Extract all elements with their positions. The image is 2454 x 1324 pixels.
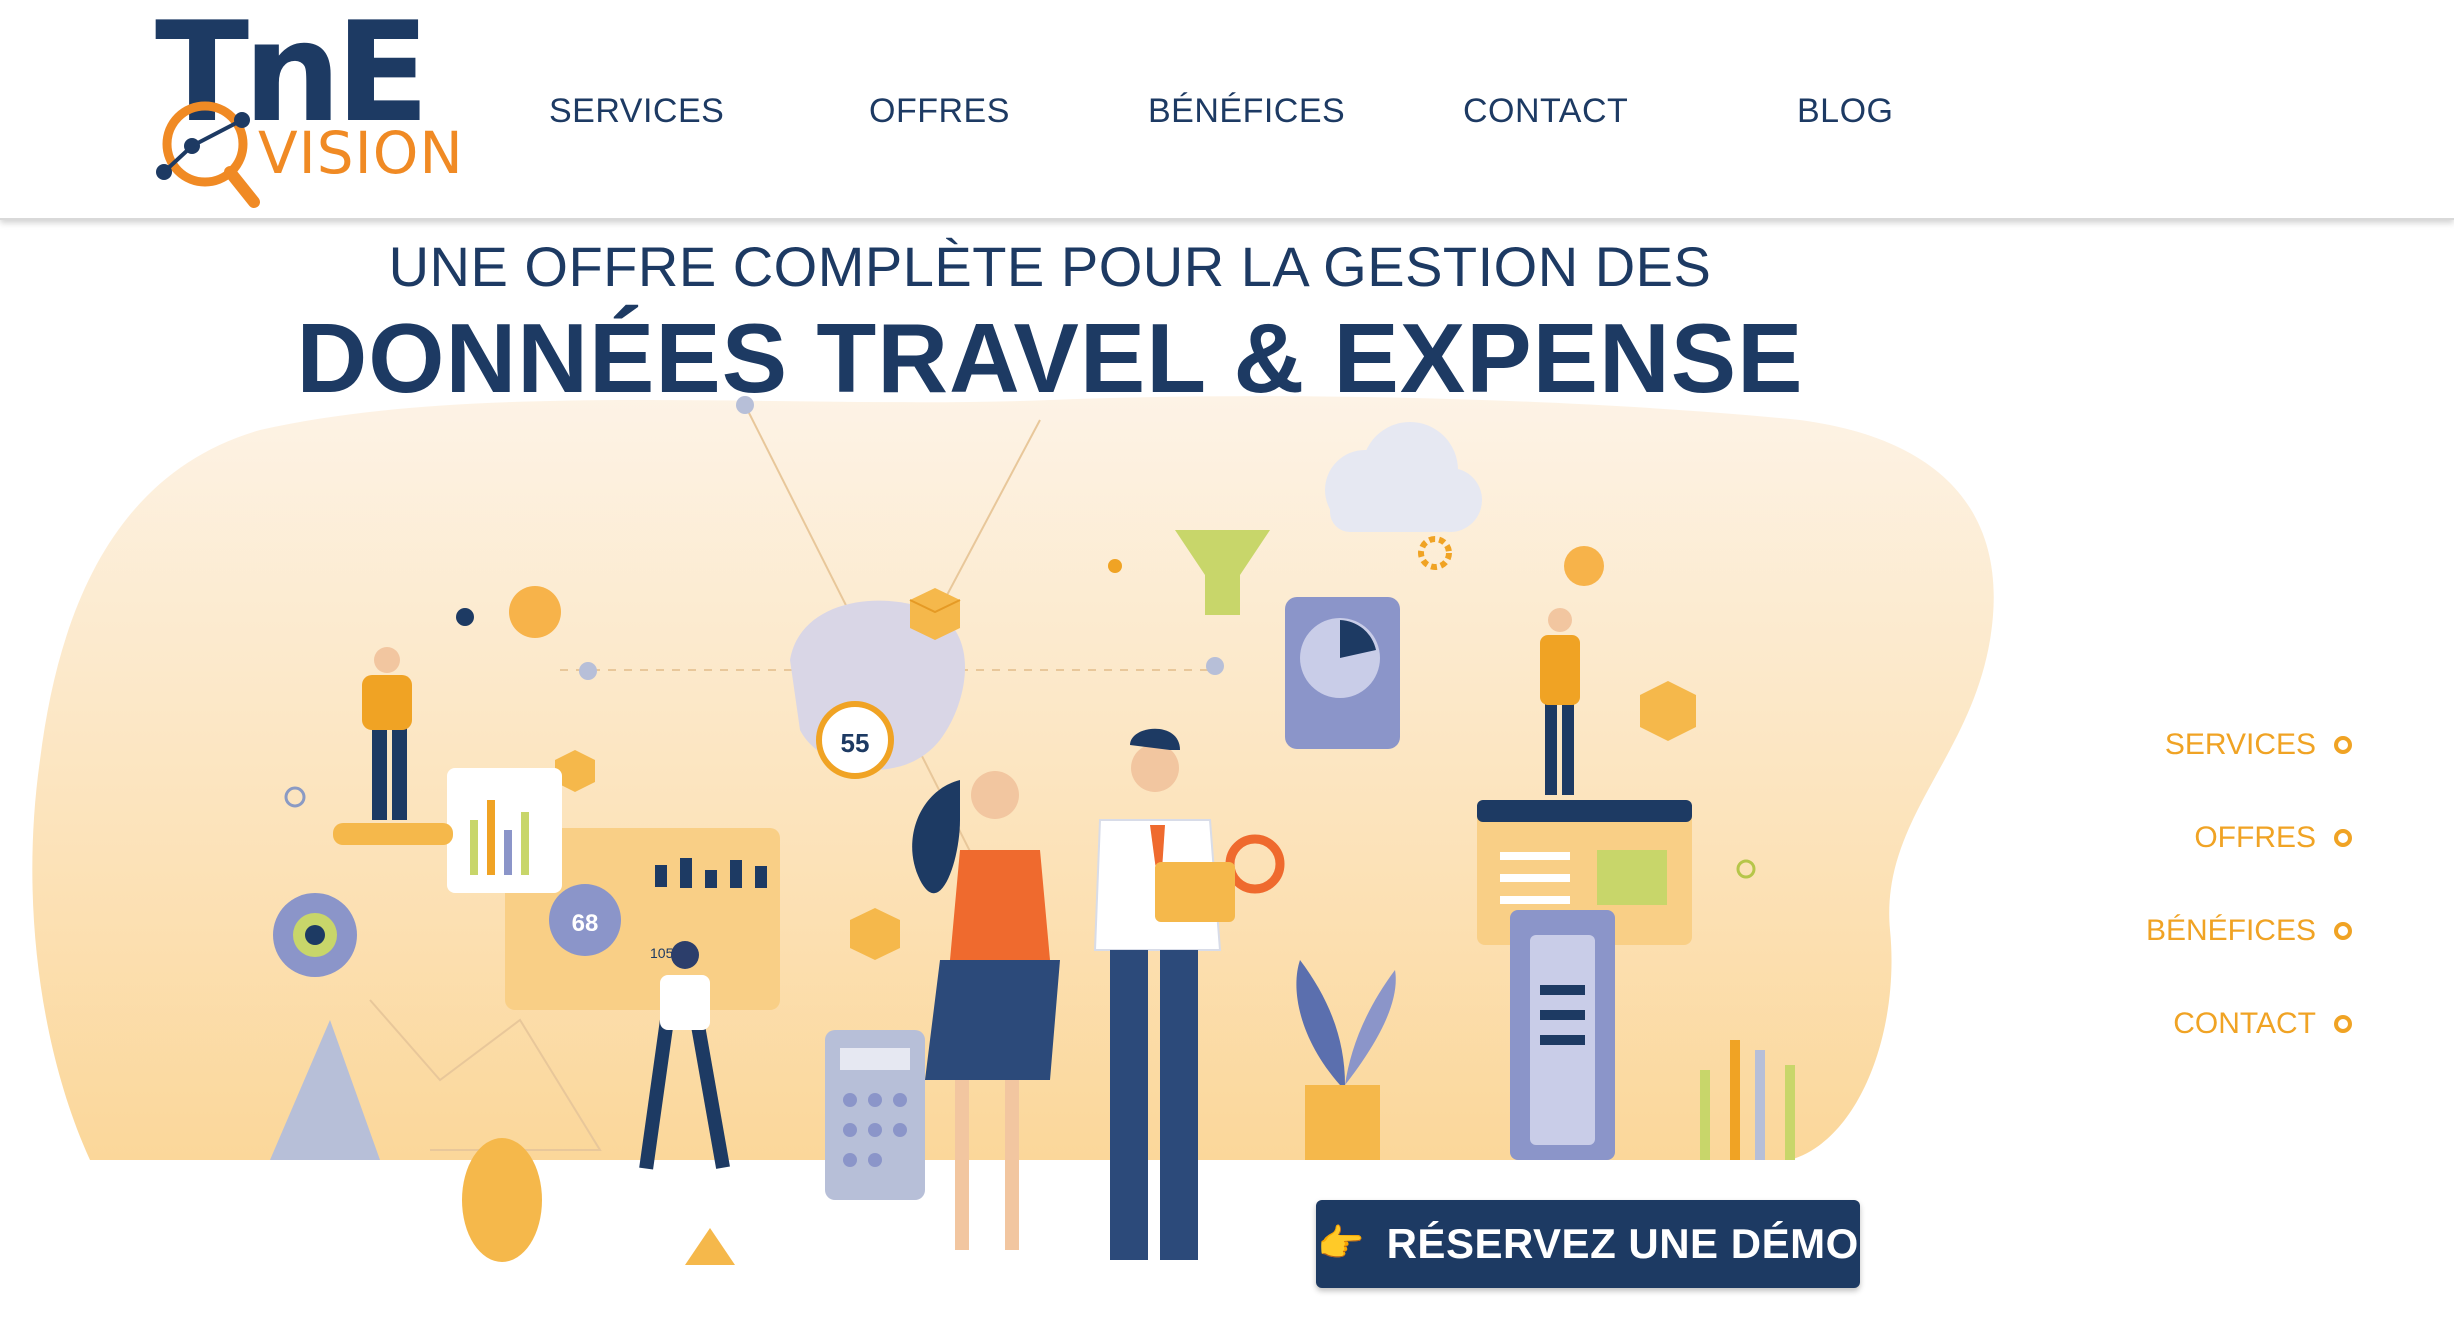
svg-text:68: 68 bbox=[572, 910, 599, 937]
side-nav-label: OFFRES bbox=[2194, 821, 2316, 854]
svg-text:55: 55 bbox=[841, 728, 870, 758]
nav-contact[interactable]: CONTACT bbox=[1463, 92, 1628, 131]
magnifier-icon bbox=[156, 101, 260, 208]
node-dot bbox=[509, 586, 561, 638]
node-dot bbox=[1564, 546, 1604, 586]
small-pyramid bbox=[685, 1228, 735, 1265]
site-header: TnE VISION SERVICES OFFRES BÉNÉFICES CON… bbox=[0, 0, 2454, 220]
dot-icon bbox=[2334, 922, 2352, 940]
node-dot bbox=[1108, 559, 1122, 573]
node-dot bbox=[579, 662, 597, 680]
side-nav-offres[interactable]: OFFRES bbox=[2194, 821, 2352, 855]
hero-illustration: 55 68 105 bbox=[32, 396, 1994, 1265]
tne-vision-logo[interactable]: TnE VISION bbox=[150, 4, 463, 208]
calculator-icon bbox=[825, 1030, 925, 1200]
score-badge-55: 55 bbox=[816, 701, 894, 779]
dot-icon bbox=[2334, 736, 2352, 754]
node-dot bbox=[456, 608, 474, 626]
bar-chart-card bbox=[447, 768, 562, 893]
side-nav-label: BÉNÉFICES bbox=[2145, 914, 2316, 947]
dot-icon bbox=[2334, 1015, 2352, 1033]
pointing-hand-icon: 👉 bbox=[1317, 1223, 1365, 1265]
dot-icon bbox=[2334, 829, 2352, 847]
hero-title: DONNÉES TRAVEL & EXPENSE bbox=[296, 303, 1804, 413]
node-dot bbox=[1206, 657, 1224, 675]
nav-benefices[interactable]: BÉNÉFICES bbox=[1148, 92, 1345, 131]
side-nav-services[interactable]: SERVICES bbox=[2165, 728, 2352, 762]
svg-text:105: 105 bbox=[650, 945, 674, 961]
server-tower bbox=[1510, 910, 1615, 1160]
side-nav-label: CONTACT bbox=[2173, 1007, 2316, 1040]
nav-blog[interactable]: BLOG bbox=[1797, 92, 1893, 131]
side-nav-contact[interactable]: CONTACT bbox=[2173, 1007, 2352, 1041]
book-demo-button[interactable]: 👉 RÉSERVEZ UNE DÉMO bbox=[1316, 1200, 1860, 1288]
tablet-pie-chart bbox=[1285, 597, 1400, 749]
side-nav-benefices[interactable]: BÉNÉFICES bbox=[2146, 914, 2352, 948]
nav-services[interactable]: SERVICES bbox=[549, 92, 724, 131]
book-demo-label: RÉSERVEZ UNE DÉMO bbox=[1386, 1220, 1859, 1267]
logo-tagline: VISION bbox=[258, 119, 464, 187]
side-nav-label: SERVICES bbox=[2164, 728, 2316, 761]
coin-stack bbox=[462, 1138, 542, 1262]
nav-offres[interactable]: OFFRES bbox=[869, 92, 1010, 131]
hero-subtitle: UNE OFFRE COMPLÈTE POUR LA GESTION DES bbox=[388, 235, 1712, 298]
